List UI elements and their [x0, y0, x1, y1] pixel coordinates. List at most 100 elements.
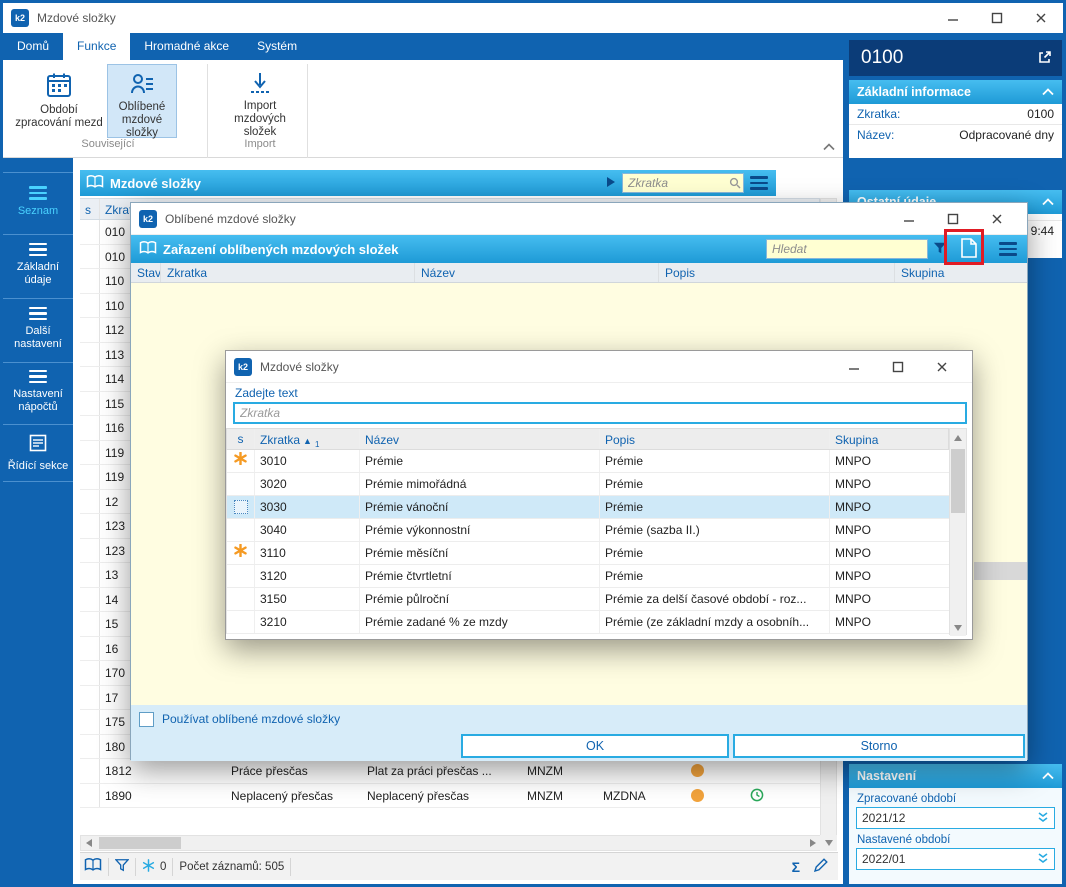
basic-info-header[interactable]: Základní informace [849, 80, 1062, 104]
ok-button[interactable]: OK [461, 734, 729, 758]
main-table-row[interactable]: 1890 Neplacený přesčas Neplacený přesčas… [80, 783, 820, 808]
sum-icon[interactable]: Σ [792, 859, 800, 875]
column-header-stav[interactable]: Stav [131, 263, 161, 282]
ribbon-button-label: Oblíbené mzdové složky [118, 101, 166, 139]
picker-scrollbar[interactable] [949, 428, 967, 636]
dialog-title: Oblíbené mzdové složky [165, 211, 296, 226]
column-header-s[interactable]: s [227, 429, 255, 449]
column-header-nazev[interactable]: Název [415, 263, 659, 282]
picker-row[interactable]: 3020 Prémie mimořádná Prémie MNPO [227, 473, 949, 496]
column-header-zkratka[interactable]: Zkratka [161, 263, 415, 282]
use-favorites-checkbox[interactable] [139, 711, 154, 727]
minimize-button[interactable] [832, 351, 876, 382]
field-value: 0100 [1027, 107, 1054, 121]
picker-row[interactable]: 3120 Prémie čtvrtletní Prémie MNPO [227, 565, 949, 588]
lookup-icon[interactable] [1037, 811, 1049, 826]
continue-search-icon[interactable] [606, 176, 616, 191]
column-header-popis[interactable]: Popis [600, 429, 830, 449]
scroll-up-button[interactable] [950, 429, 966, 446]
obdobi-zpracovani-mezd-button[interactable]: Období zpracování mezd [13, 64, 105, 138]
group-label-souvisejici: Související [81, 138, 135, 150]
column-header-s[interactable]: s [80, 199, 100, 219]
state-cell [80, 244, 100, 268]
dialog-titlebar: k2 Mzdové složky [226, 351, 972, 383]
panel-menu-icon[interactable] [750, 176, 768, 190]
status-bar: 0 Počet záznamů: 505 Σ [80, 852, 838, 880]
picker-scroll-thumb[interactable] [951, 449, 965, 513]
state-cell [80, 293, 100, 317]
lookup-icon[interactable] [1037, 852, 1049, 867]
maximize-button[interactable] [876, 351, 920, 382]
tab-domu[interactable]: Domů [3, 33, 63, 60]
tab-hromadne-akce[interactable]: Hromadné akce [130, 33, 243, 60]
field-label: Zkratka: [857, 107, 901, 121]
collapse-ribbon-icon[interactable] [823, 140, 835, 154]
favorite-star-icon [234, 542, 247, 564]
horizontal-scrollbar[interactable] [80, 835, 821, 851]
zkratka-filter-input[interactable] [233, 402, 967, 424]
column-header-skupina[interactable]: Skupina [895, 263, 1027, 282]
scroll-down-button[interactable] [820, 835, 837, 851]
filter-icon[interactable] [114, 858, 130, 875]
scroll-right-button[interactable] [805, 836, 821, 850]
chevron-up-icon[interactable] [1042, 769, 1054, 783]
close-button[interactable] [1019, 3, 1063, 33]
popis-cell: Neplacený přesčas [367, 788, 470, 803]
picker-row[interactable]: 3150 Prémie půlroční Prémie za delší časov… [227, 588, 949, 611]
main-table-row[interactable]: 1812 Práce přesčas Plat za práci přesčas… [80, 759, 820, 784]
book-icon[interactable] [84, 858, 102, 875]
record-id: 0100 [861, 47, 904, 68]
column-header-zkratka[interactable]: Zkratka ▲ 1 [255, 429, 360, 449]
minimize-button[interactable] [887, 203, 931, 234]
sidebar-item-seznam[interactable]: Seznam [3, 172, 73, 230]
column-header-popis[interactable]: Popis [659, 263, 895, 282]
ribbon-button-label: Import mzdových složek [234, 100, 286, 138]
chevron-up-icon[interactable] [1042, 195, 1054, 209]
calendar-icon [46, 70, 72, 100]
picker-table-header[interactable]: s Zkratka ▲ 1 Název Popis Skupina [226, 428, 949, 450]
checkbox-label: Používat oblíbené mzdové složky [162, 712, 341, 726]
tab-system[interactable]: Systém [243, 33, 311, 60]
picker-row[interactable]: 3040 Prémie výkonnostní Prémie (sazba II.)… [227, 519, 949, 542]
zpracovane-obdobi-field[interactable]: 2021/12 [856, 807, 1055, 829]
favorites-table-header[interactable]: Stav Zkratka Název Popis Skupina [131, 263, 1027, 283]
oblibene-mzdove-slozky-button[interactable]: Oblíbené mzdové složky [107, 64, 177, 139]
skupina-cell: MNPO [835, 477, 871, 491]
panel-menu-icon[interactable] [999, 242, 1017, 256]
nazev-cell: Práce přesčas [231, 764, 308, 778]
cancel-button[interactable]: Storno [733, 734, 1025, 758]
minimize-button[interactable] [931, 3, 975, 33]
import-mzdovych-slozek-button[interactable]: Import mzdových složek [217, 64, 303, 138]
hledat-search-input[interactable] [766, 239, 928, 259]
scroll-left-button[interactable] [81, 836, 97, 850]
nazev-cell: Prémie mimořádná [360, 473, 600, 495]
edit-pencil-icon[interactable] [813, 858, 828, 875]
picker-row[interactable]: 3010 Prémie Prémie MNPO [227, 450, 949, 473]
column-header-nazev[interactable]: Název [360, 429, 600, 449]
dialog-title: Mzdové složky [260, 359, 339, 374]
sidebar-item-nastaveni-napoctu[interactable]: Nastavení nápočtů [3, 362, 73, 420]
open-in-window-icon[interactable] [1038, 50, 1052, 67]
sidebar-item-label: Nastavení nápočtů [13, 388, 63, 413]
horizontal-scroll-thumb[interactable] [99, 837, 181, 849]
picker-row[interactable]: 3210 Prémie zadané % ze mzdy Prémie (ze zá… [227, 611, 949, 634]
close-button[interactable] [920, 351, 964, 382]
scroll-down-button[interactable] [950, 619, 966, 636]
gray-row-band [974, 562, 1027, 580]
use-favorites-row: Používat oblíbené mzdové složky [131, 705, 1027, 733]
tab-funkce[interactable]: Funkce [63, 33, 131, 60]
zkratka-search-input[interactable] [622, 173, 744, 193]
nazev-cell: Prémie půlroční [360, 588, 600, 610]
column-header-skupina[interactable]: Skupina [830, 429, 948, 449]
record-count: Počet záznamů: 505 [179, 860, 285, 873]
settings-header[interactable]: Nastavení [849, 764, 1062, 788]
sidebar-item-dalsi-nastaveni[interactable]: Další nastavení [3, 298, 73, 358]
nastavene-obdobi-field[interactable]: 2022/01 [856, 848, 1055, 870]
chevron-up-icon[interactable] [1042, 85, 1054, 99]
sidebar-item-zakladni-udaje[interactable]: Základní údaje [3, 234, 73, 294]
picker-row[interactable]: 3030 Prémie vánoční Prémie MNPO [227, 496, 949, 519]
picker-row[interactable]: 3110 Prémie měsíční Prémie MNPO [227, 542, 949, 565]
maximize-button[interactable] [975, 3, 1019, 33]
freeze-icon[interactable] [142, 858, 155, 875]
sidebar-item-ridici-sekce[interactable]: Řídící sekce [3, 424, 73, 482]
